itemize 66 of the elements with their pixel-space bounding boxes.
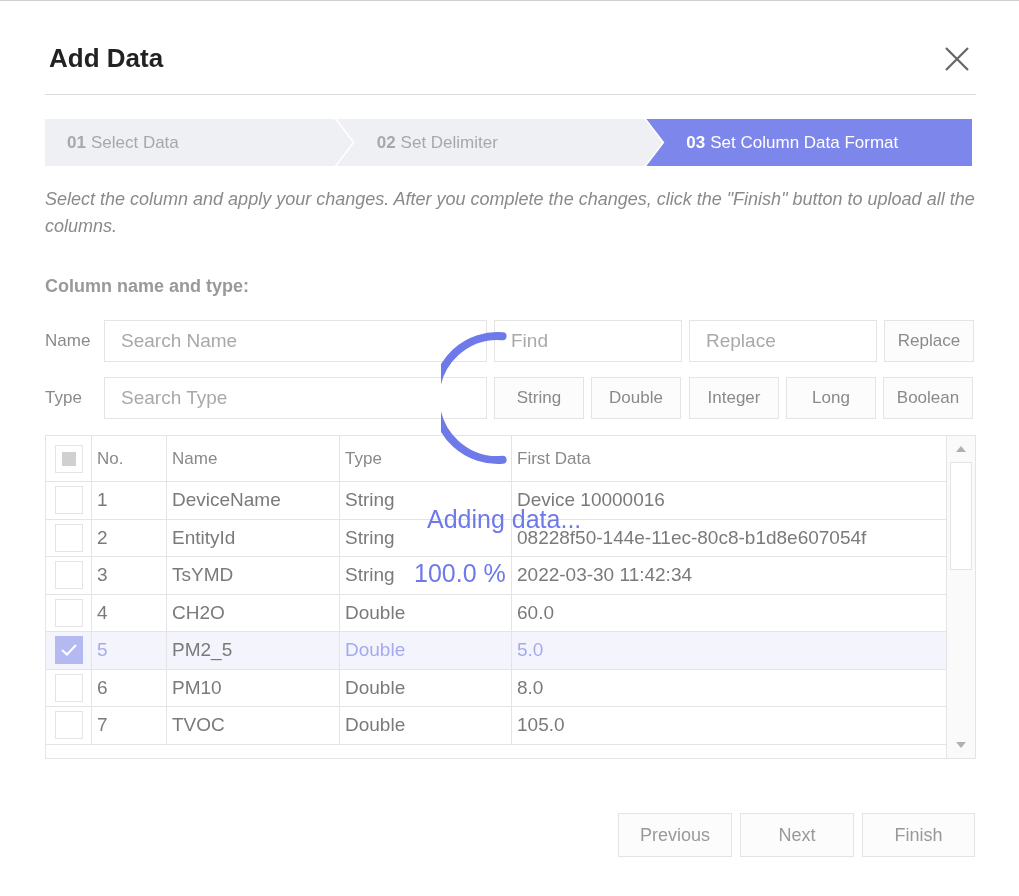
table-cell-text: 1 bbox=[97, 488, 108, 512]
search-field[interactable]: Search Type bbox=[104, 377, 487, 419]
section-title: Column name and type: bbox=[45, 275, 251, 298]
column-header[interactable]: Name bbox=[172, 445, 218, 472]
table-cell-text: 105.0 bbox=[517, 713, 565, 737]
table-cell-text: 5.0 bbox=[517, 638, 544, 662]
table-cell-text: PM2_5 bbox=[172, 638, 233, 663]
footer-button[interactable]: Next bbox=[740, 813, 854, 857]
table-cell-text: DeviceName bbox=[172, 488, 281, 512]
row-checkbox[interactable] bbox=[54, 598, 83, 627]
table-cell-text: 2 bbox=[97, 525, 108, 550]
table-cell-text: EntityId bbox=[172, 525, 236, 550]
row-checkbox[interactable] bbox=[54, 673, 83, 702]
type-button[interactable]: Boolean bbox=[883, 377, 973, 419]
row-checkbox[interactable] bbox=[54, 711, 83, 740]
find-field[interactable]: Find bbox=[494, 320, 682, 362]
table-cell-text: 6 bbox=[97, 675, 108, 700]
loading-percent: 100.0 % bbox=[414, 558, 506, 589]
scroll-down-icon[interactable] bbox=[956, 742, 966, 748]
table-row[interactable]: 5 PM2_5 Double 5.0 bbox=[46, 632, 947, 670]
row-checkbox[interactable] bbox=[54, 636, 83, 665]
row-checkbox[interactable] bbox=[54, 561, 83, 590]
check-icon bbox=[60, 644, 77, 657]
table-cell-text: 4 bbox=[97, 600, 108, 625]
select-all-checkbox[interactable] bbox=[54, 444, 83, 473]
instruction-text: Select the column and apply your changes. After you complete the changes, click the "Finish" button to upload all the columns. bbox=[45, 188, 976, 238]
search-field[interactable]: Search Name bbox=[104, 320, 487, 362]
scrollbar[interactable] bbox=[946, 436, 975, 758]
table-cell-text: 3 bbox=[97, 563, 108, 587]
scroll-up-icon[interactable] bbox=[956, 446, 966, 452]
type-button[interactable]: Long bbox=[786, 377, 876, 419]
close-icon[interactable] bbox=[944, 45, 970, 72]
table-cell-text: Double bbox=[345, 600, 406, 625]
table-cell-text: Double bbox=[345, 713, 406, 737]
table-cell-text: String bbox=[345, 488, 395, 512]
footer-button[interactable]: Finish bbox=[862, 813, 975, 857]
table-cell-text: TVOC bbox=[172, 713, 225, 737]
table-cell-text: 2022-03-30 11:42:34 bbox=[517, 563, 693, 587]
table-cell-text: Double bbox=[345, 675, 406, 700]
table-row[interactable]: 7 TVOC Double 105.0 bbox=[46, 707, 947, 745]
table-cell-text: CH2O bbox=[172, 600, 225, 625]
row-checkbox[interactable] bbox=[54, 486, 83, 515]
replace-button[interactable]: Replace bbox=[884, 320, 974, 362]
footer-button[interactable]: Previous bbox=[618, 813, 732, 857]
table-cell-text: Double bbox=[345, 638, 406, 662]
column-header[interactable]: No. bbox=[97, 445, 124, 472]
table-cell-text: String bbox=[345, 525, 395, 550]
row-checkbox[interactable] bbox=[54, 523, 83, 552]
replace-field[interactable]: Replace bbox=[689, 320, 877, 362]
table-cell-text: 60.0 bbox=[517, 600, 554, 625]
table-row[interactable]: 6 PM10 Double 8.0 bbox=[46, 669, 947, 707]
dialog-title: Add Data bbox=[49, 42, 164, 75]
table-cell-text: 7 bbox=[97, 713, 108, 737]
field-label: Name bbox=[45, 330, 92, 353]
type-button[interactable]: Double bbox=[591, 377, 681, 419]
table-cell-text: 8.0 bbox=[517, 675, 544, 700]
field-label: Type bbox=[45, 387, 83, 410]
type-button[interactable]: String bbox=[494, 377, 584, 419]
table-cell-text: Device 10000016 bbox=[517, 488, 665, 510]
column-header[interactable]: First Data bbox=[517, 445, 591, 472]
table-cell-text: TsYMD bbox=[172, 563, 234, 587]
column-header[interactable]: Type bbox=[345, 445, 382, 472]
type-button[interactable]: Integer bbox=[689, 377, 779, 419]
table-cell-text: 5 bbox=[97, 638, 108, 662]
table-cell-text: PM10 bbox=[172, 675, 222, 700]
table-cell-text: String bbox=[345, 563, 395, 587]
